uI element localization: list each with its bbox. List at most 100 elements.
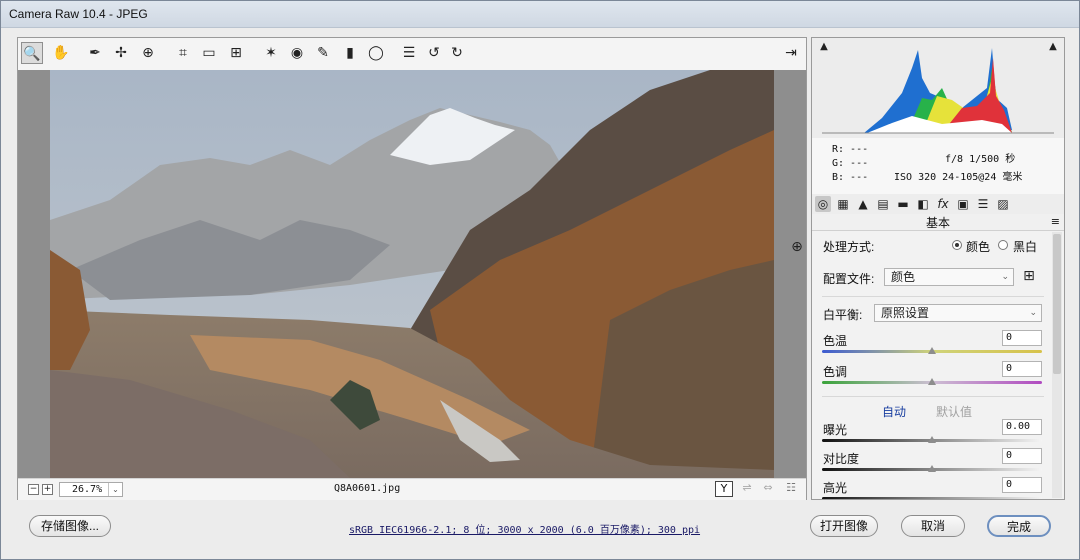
tab-tone-curve-icon[interactable]: ▦ [835, 196, 851, 212]
radial-filter-tool-icon[interactable]: ◯ [365, 42, 387, 64]
exposure-slider-handle[interactable] [928, 436, 936, 443]
image-canvas[interactable]: ⊕ [18, 70, 806, 478]
hand-tool-icon[interactable]: ✋ [50, 42, 72, 64]
preview-settings-icon[interactable]: ☷ [782, 481, 800, 497]
tool-bar: 🔍 ✋ ✒ ✢ ⊕ ⌗ ▭ ⊞ ✶ ◉ ✎ ▮ ◯ ☰ ↺ ↻ ⇥ [18, 38, 806, 71]
tab-basic-icon[interactable]: ◎ [815, 196, 831, 212]
red-readout: R: --- [832, 144, 869, 155]
workflow-options-link[interactable]: sRGB IEC61966-2.1; 8 位; 3000 x 2000 (6.0… [349, 521, 700, 536]
tab-detail-icon[interactable]: ▲ [855, 196, 871, 212]
panel-menu-icon[interactable]: ≡ [1051, 215, 1060, 228]
chevron-down-icon: ⌄ [1029, 308, 1037, 318]
done-button[interactable]: 完成 [987, 515, 1051, 537]
white-balance-label: 白平衡: [823, 308, 863, 322]
exposure-label: 曝光 [823, 423, 848, 437]
exposure-input[interactable]: 0.00 [1002, 419, 1042, 435]
zoom-out-button[interactable]: − [28, 484, 39, 495]
fullscreen-icon[interactable]: ⇥ [780, 42, 802, 64]
tint-slider-handle[interactable] [928, 378, 936, 385]
pixel-info: R: --- G: --- B: --- f/8 1/500 秒 ISO 320… [812, 138, 1064, 195]
targeted-adjustment-tool-icon[interactable]: ⊕ [137, 42, 159, 64]
profile-browser-icon[interactable]: ⊞ [1018, 265, 1040, 287]
contrast-input[interactable]: 0 [1002, 448, 1042, 464]
title-bar[interactable]: Camera Raw 10.4 - JPEG [1, 1, 1079, 28]
before-after-toggle-button[interactable]: Y [715, 481, 733, 497]
tab-split-toning-icon[interactable]: ▬ [895, 196, 911, 212]
histogram-graph [822, 48, 1054, 134]
preview-area: 🔍 ✋ ✒ ✢ ⊕ ⌗ ▭ ⊞ ✶ ◉ ✎ ▮ ◯ ☰ ↺ ↻ ⇥ ⊕ − + … [17, 37, 807, 500]
white-balance-value: 原照设置 [881, 306, 930, 320]
white-balance-tool-icon[interactable]: ✒ [84, 42, 106, 64]
tab-snapshots-icon[interactable]: ▨ [995, 196, 1011, 212]
temperature-slider-handle[interactable] [928, 347, 936, 354]
exif-exposure: f/8 1/500 秒 [945, 154, 1016, 165]
color-sampler-tool-icon[interactable]: ✢ [110, 42, 132, 64]
contrast-slider-handle[interactable] [928, 465, 936, 472]
histogram: ▲ ▲ [812, 38, 1064, 138]
file-name: Q8A0601.jpg [334, 483, 401, 494]
blue-readout: B: --- [832, 172, 869, 183]
tab-effects-icon[interactable]: fx [935, 196, 951, 212]
highlights-input[interactable]: 0 [1002, 477, 1042, 493]
swap-settings-icon[interactable]: ⇌ [738, 481, 756, 497]
tab-hsl-icon[interactable]: ▤ [875, 196, 891, 212]
profile-dropdown[interactable]: 颜色 ⌄ [884, 268, 1014, 286]
temperature-input[interactable]: 0 [1002, 330, 1042, 346]
scrollbar-thumb[interactable] [1053, 234, 1061, 374]
highlights-label: 高光 [823, 481, 848, 495]
zoom-level-value: 26.7% [72, 484, 103, 495]
transform-tool-icon[interactable]: ⊞ [225, 42, 247, 64]
panel-title: 基本 [812, 214, 1064, 231]
tint-label: 色调 [823, 365, 848, 379]
default-button[interactable]: 默认值 [936, 403, 972, 420]
treatment-color-label[interactable]: 颜色 [966, 238, 990, 255]
shadow-clipping-icon[interactable]: ▲ [813, 38, 835, 58]
open-image-button[interactable]: 打开图像 [810, 515, 878, 537]
treatment-label: 处理方式: [823, 240, 875, 254]
zoom-level-select[interactable]: 26.7% ⌄ [59, 482, 123, 497]
side-zoom-icon[interactable]: ⊕ [786, 236, 808, 258]
panel-scrollbar[interactable] [1052, 232, 1062, 498]
highlights-slider[interactable] [822, 497, 1042, 499]
auto-button[interactable]: 自动 [882, 403, 906, 420]
highlight-clipping-icon[interactable]: ▲ [1042, 38, 1064, 58]
graduated-filter-tool-icon[interactable]: ▮ [339, 42, 361, 64]
treatment-bw-label[interactable]: 黑白 [1013, 238, 1037, 255]
chevron-down-icon: ⌄ [1001, 272, 1009, 282]
red-eye-tool-icon[interactable]: ◉ [286, 42, 308, 64]
landscape-photo [50, 70, 774, 478]
divider [822, 296, 1044, 297]
temperature-label: 色温 [823, 334, 848, 348]
exif-iso-lens: ISO 320 24-105@24 毫米 [894, 172, 1023, 183]
photo-preview[interactable] [50, 70, 774, 478]
green-readout: G: --- [832, 158, 869, 169]
divider [822, 396, 1044, 397]
treatment-bw-radio[interactable] [998, 240, 1008, 250]
save-image-button[interactable]: 存储图像... [29, 515, 111, 537]
zoom-tool-icon[interactable]: 🔍 [21, 42, 43, 64]
contrast-label: 对比度 [823, 452, 860, 466]
treatment-color-radio[interactable] [952, 240, 962, 250]
adjustment-panel: ▲ ▲ R: --- G: --- B: --- f/8 1/500 秒 ISO… [811, 37, 1065, 500]
rotate-cw-icon[interactable]: ↻ [446, 42, 468, 64]
window-title: Camera Raw 10.4 - JPEG [9, 7, 148, 21]
copy-settings-icon[interactable]: ⇔ [759, 481, 777, 497]
tab-lens-icon[interactable]: ◧ [915, 196, 931, 212]
straighten-tool-icon[interactable]: ▭ [198, 42, 220, 64]
profile-label: 配置文件: [823, 272, 875, 286]
spot-removal-tool-icon[interactable]: ✶ [260, 42, 282, 64]
preferences-icon[interactable]: ☰ [398, 42, 420, 64]
zoom-in-button[interactable]: + [42, 484, 53, 495]
crop-tool-icon[interactable]: ⌗ [172, 42, 194, 64]
rotate-ccw-icon[interactable]: ↺ [423, 42, 445, 64]
adjustment-brush-tool-icon[interactable]: ✎ [312, 42, 334, 64]
camera-raw-window: Camera Raw 10.4 - JPEG 🔍 ✋ ✒ ✢ ⊕ ⌗ ▭ ⊞ ✶… [0, 0, 1080, 560]
profile-value: 颜色 [891, 270, 916, 284]
white-balance-dropdown[interactable]: 原照设置 ⌄ [874, 304, 1042, 322]
tab-calibration-icon[interactable]: ▣ [955, 196, 971, 212]
chevron-down-icon: ⌄ [108, 483, 122, 496]
cancel-button[interactable]: 取消 [901, 515, 965, 537]
panel-tabs: ◎ ▦ ▲ ▤ ▬ ◧ fx ▣ ☰ ▨ [812, 194, 1064, 214]
tab-presets-icon[interactable]: ☰ [975, 196, 991, 212]
tint-input[interactable]: 0 [1002, 361, 1042, 377]
